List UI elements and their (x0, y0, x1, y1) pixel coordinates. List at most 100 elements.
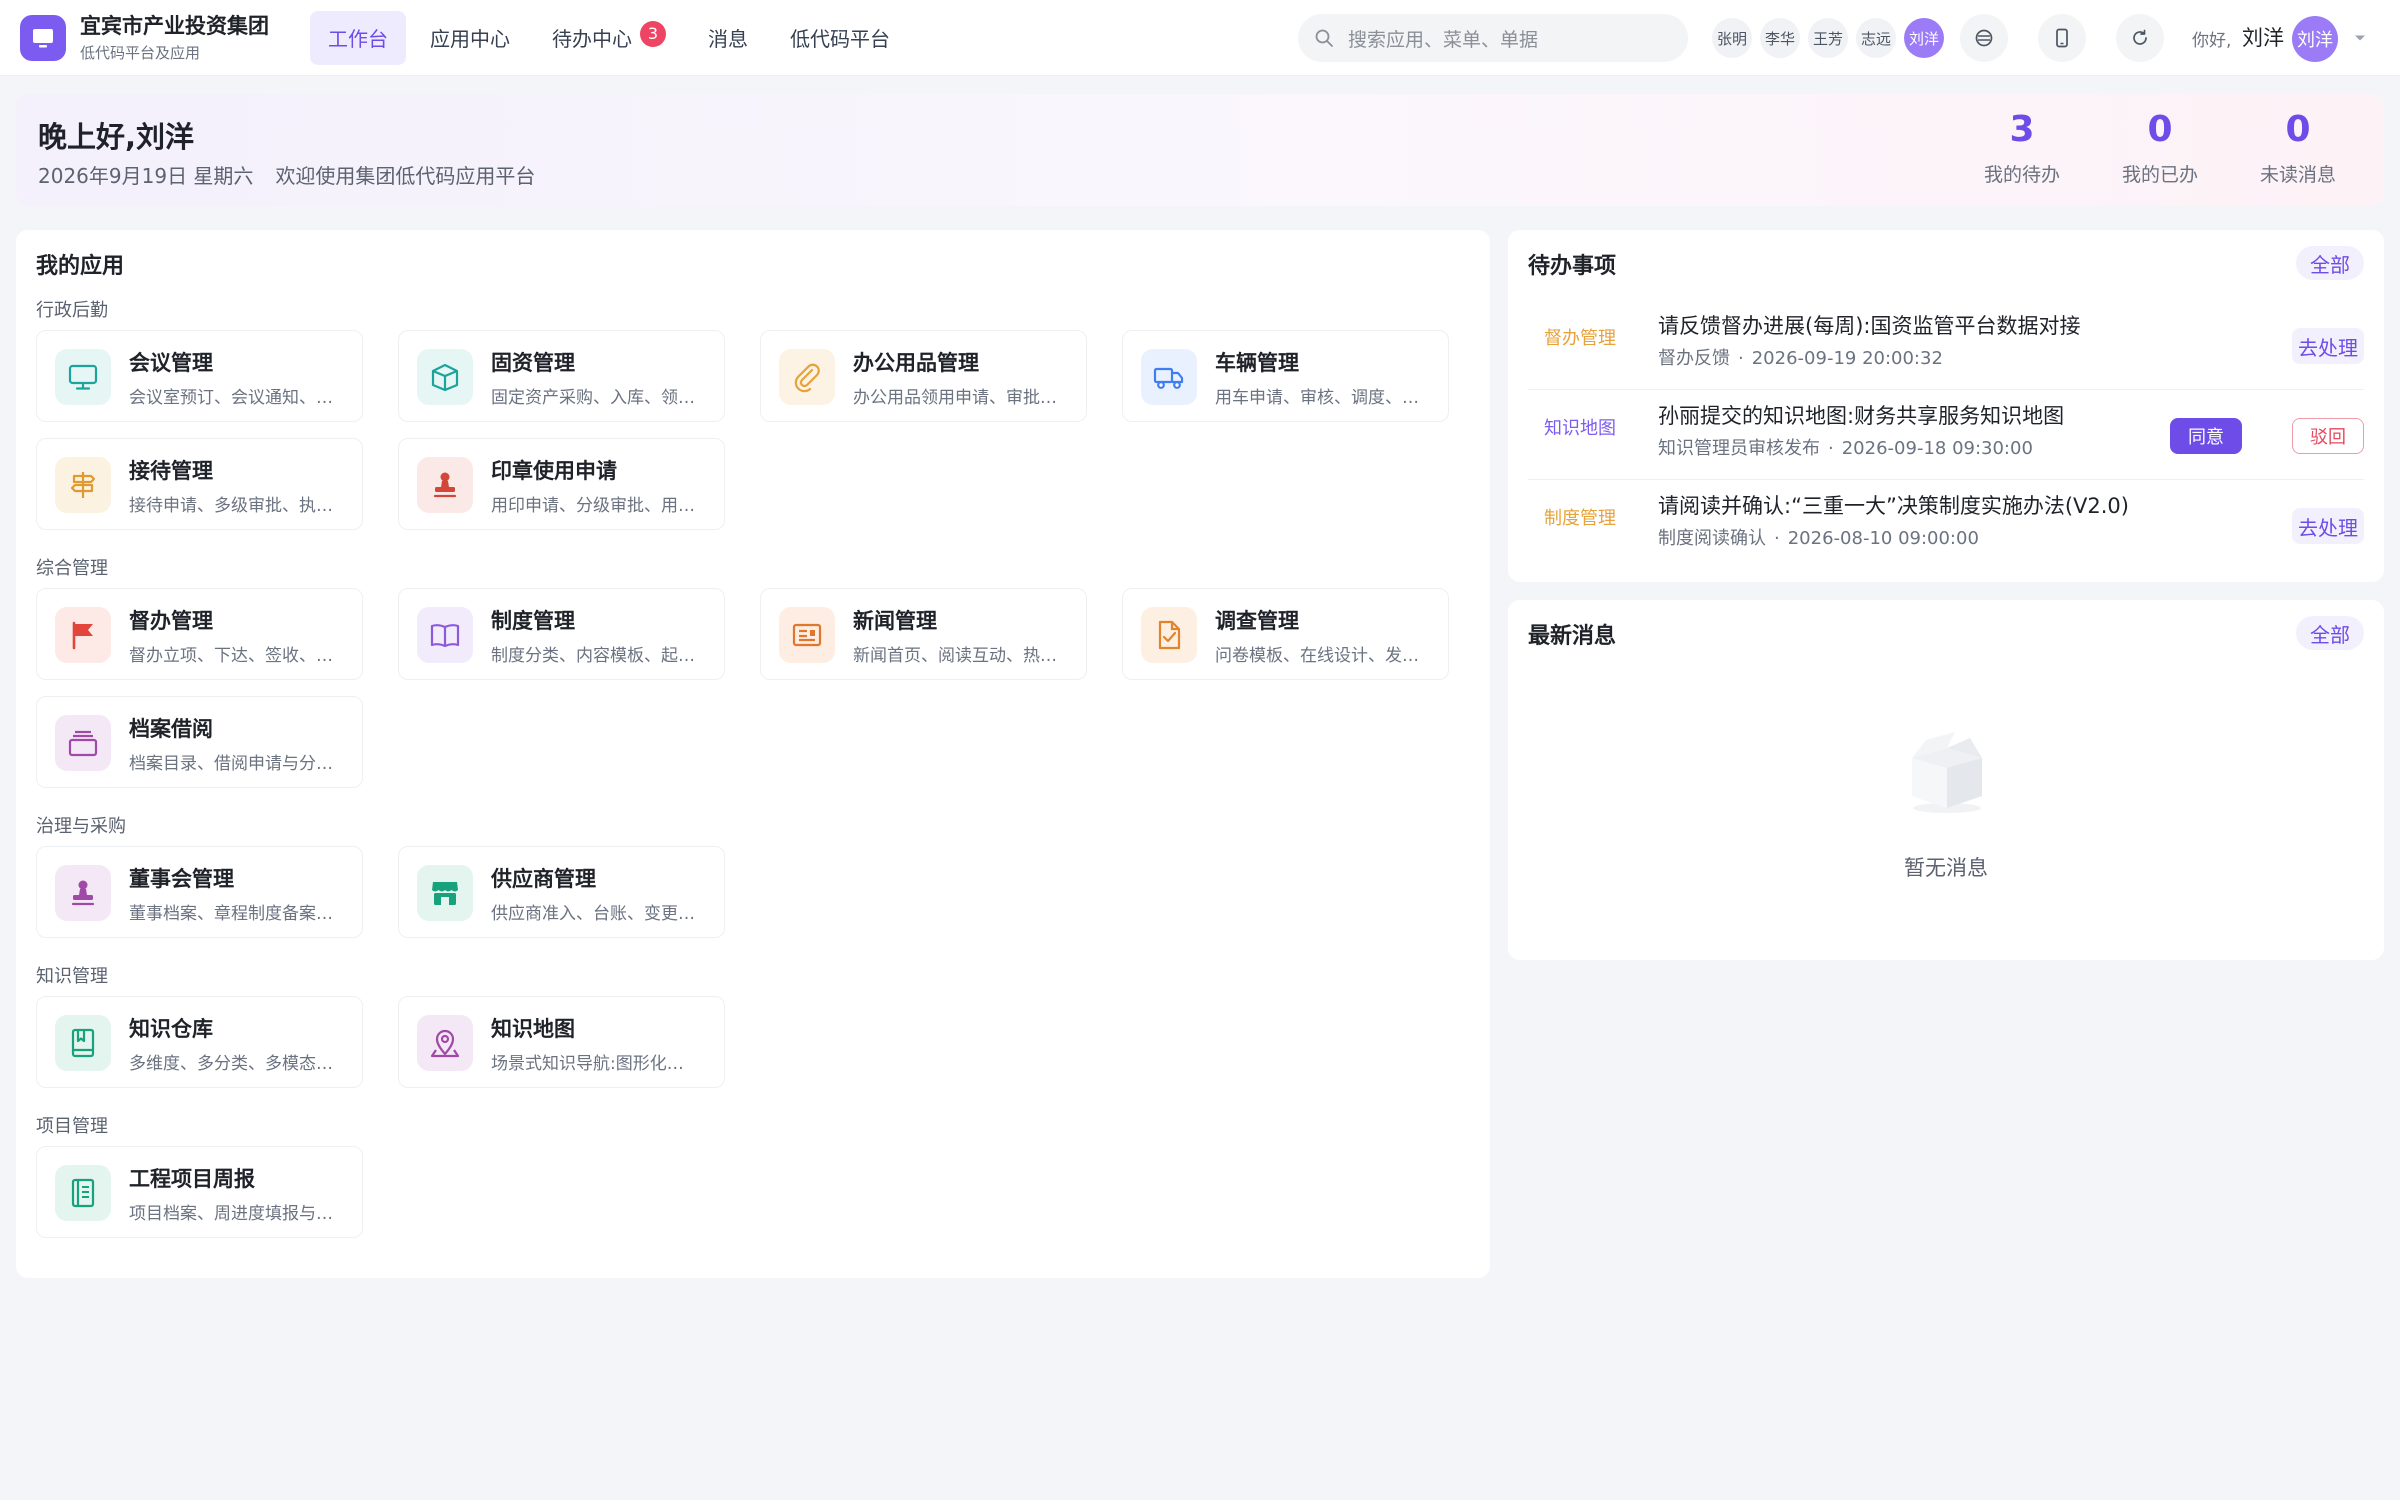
app-name: 供应商管理 (491, 867, 596, 891)
brand[interactable]: 宜宾市产业投资集团 低代码平台及应用 (20, 13, 290, 63)
app-desc: 场景式知识导航:图形化… (491, 1054, 684, 1074)
user-chip[interactable]: 张明 (1712, 18, 1752, 58)
app-desc: 档案目录、借阅申请与分… (129, 754, 333, 774)
app-desc: 制度分类、内容模板、起… (491, 646, 695, 666)
current-date: 2026年9月19日 星期六 (38, 164, 254, 188)
refresh-button[interactable] (2116, 14, 2164, 62)
stat-my-todo[interactable]: 3 我的待办 (1952, 110, 2092, 187)
search-icon (1315, 29, 1333, 47)
empty-box-icon (1912, 732, 1982, 813)
user-chip[interactable]: 志远 (1856, 18, 1896, 58)
newspaper-icon (779, 607, 835, 663)
welcome-banner: 晚上好,刘洋 2026年9月19日 星期六 欢迎使用集团低代码应用平台 3 我的待… (16, 94, 2384, 206)
app-card-fixed-assets[interactable]: 固资管理 固定资产采购、入库、领… (398, 330, 725, 422)
app-card-vehicles[interactable]: 车辆管理 用车申请、审核、调度、… (1122, 330, 1449, 422)
stat-label: 未读消息 (2259, 164, 2336, 186)
handle-button[interactable]: 去处理 (2292, 508, 2364, 544)
box-icon (417, 349, 473, 405)
monitor-icon (55, 349, 111, 405)
stamp-icon (417, 457, 473, 513)
app-name: 董事会管理 (129, 867, 234, 891)
bookmark-book-icon (55, 1015, 111, 1071)
view-all-news-button[interactable]: 全部 (2296, 616, 2364, 650)
file-check-icon (1141, 607, 1197, 663)
org-subtitle: 低代码平台及应用 (80, 43, 201, 62)
app-card-knowledge-map[interactable]: 知识地图 场景式知识导航:图形化… (398, 996, 725, 1088)
app-card-project-weekly[interactable]: 工程项目周报 项目档案、周进度填报与… (36, 1146, 363, 1238)
app-card-regulations[interactable]: 制度管理 制度分类、内容模板、起… (398, 588, 725, 680)
todo-tag: 督办管理 (1544, 328, 1616, 349)
todo-title: 请阅读并确认:“三重一大”决策制度实施办法(V2.0) (1658, 494, 2129, 518)
archive-icon (55, 715, 111, 771)
app-card-board[interactable]: 董事会管理 董事档案、章程制度备案… (36, 846, 363, 938)
main-nav: 工作台 应用中心 待办中心 3 消息 低代码平台 (310, 10, 914, 65)
nav-app-center[interactable]: 应用中心 (412, 11, 528, 65)
app-desc: 用车申请、审核、调度、… (1215, 388, 1419, 408)
app-name: 调查管理 (1215, 609, 1299, 633)
stat-unread[interactable]: 0 未读消息 (2228, 110, 2368, 187)
todo-time: 2026-08-10 09:00:00 (1787, 528, 1979, 549)
app-card-seal-request[interactable]: 印章使用申请 用印申请、分级审批、用… (398, 438, 725, 530)
app-card-supervision[interactable]: 督办管理 督办立项、下达、签收、… (36, 588, 363, 680)
todo-title: 请反馈督办进展(每周):国资监管平台数据对接 (1658, 314, 2081, 338)
panel-title: 待办事项 (1528, 254, 1617, 279)
stat-value: 0 (2147, 109, 2173, 150)
app-card-knowledge-base[interactable]: 知识仓库 多维度、多分类、多模态… (36, 996, 363, 1088)
view-all-todos-button[interactable]: 全部 (2296, 246, 2364, 280)
app-name: 办公用品管理 (853, 351, 979, 375)
app-name: 督办管理 (129, 609, 213, 633)
stat-value: 3 (2009, 109, 2035, 150)
latest-news-panel: 最新消息 全部 暂无消息 (1508, 600, 2384, 960)
app-card-survey[interactable]: 调查管理 问卷模板、在线设计、发… (1122, 588, 1449, 680)
org-name: 宜宾市产业投资集团 (80, 13, 269, 38)
nav-label: 消息 (708, 27, 748, 51)
todo-source: 制度阅读确认 (1658, 528, 1766, 549)
caret-down-icon[interactable] (2352, 30, 2368, 46)
app-name: 会议管理 (129, 351, 213, 375)
app-card-archive[interactable]: 档案借阅 档案目录、借阅申请与分… (36, 696, 363, 788)
handle-button[interactable]: 去处理 (2292, 328, 2364, 364)
todo-item[interactable]: 知识地图 孙丽提交的知识地图:财务共享服务知识地图 知识管理员审核发布 · 2026… (1528, 390, 2364, 480)
nav-lowcode-platform[interactable]: 低代码平台 (772, 11, 908, 65)
store-icon (417, 865, 473, 921)
nav-todo-center[interactable]: 待办中心 3 (534, 11, 684, 65)
section-label: 项目管理 (36, 1116, 108, 1137)
search-input[interactable]: 搜索应用、菜单、单据 (1298, 14, 1688, 62)
flag-icon (55, 607, 111, 663)
app-card-supplier[interactable]: 供应商管理 供应商准入、台账、变更… (398, 846, 725, 938)
todo-item[interactable]: 督办管理 请反馈督办进展(每周):国资监管平台数据对接 督办反馈 · 2026-09… (1528, 300, 2364, 390)
top-bar: 宜宾市产业投资集团 低代码平台及应用 工作台 应用中心 待办中心 3 消息 低代码… (0, 0, 2400, 76)
user-chip[interactable]: 王芳 (1808, 18, 1848, 58)
user-chip-active[interactable]: 刘洋 (1904, 18, 1944, 58)
map-pin-icon (417, 1015, 473, 1071)
todo-item[interactable]: 制度管理 请阅读并确认:“三重一大”决策制度实施办法(V2.0) 制度阅读确认 ·… (1528, 480, 2364, 570)
reject-button[interactable]: 驳回 (2292, 418, 2364, 454)
section-label: 治理与采购 (36, 816, 126, 837)
refresh-icon (2133, 29, 2147, 45)
app-name: 印章使用申请 (491, 459, 617, 483)
my-apps-panel: 我的应用 行政后勤 会议管理 会议室预订、会议通知、… 固资管理 固定资产采购、… (16, 230, 1490, 1278)
user-chip[interactable]: 李华 (1760, 18, 1800, 58)
palette-icon (1975, 29, 1993, 47)
greeting-prefix: 你好, (2192, 31, 2232, 51)
nav-messages[interactable]: 消息 (690, 11, 766, 65)
monitor-logo-icon (20, 14, 66, 61)
app-card-reception[interactable]: 接待管理 接待申请、多级审批、执… (36, 438, 363, 530)
panel-title: 我的应用 (36, 254, 125, 279)
approve-button[interactable]: 同意 (2170, 418, 2242, 454)
mobile-view-button[interactable] (2038, 14, 2086, 62)
user-switcher: 张明 李华 王芳 志远 刘洋 (1712, 18, 1952, 58)
theme-toggle-button[interactable] (1960, 14, 2008, 62)
nav-workbench[interactable]: 工作台 (310, 10, 406, 65)
stat-my-done[interactable]: 0 我的已办 (2090, 110, 2230, 187)
todo-count-badge: 3 (640, 20, 666, 47)
app-card-meeting[interactable]: 会议管理 会议室预订、会议通知、… (36, 330, 363, 422)
todo-tag: 制度管理 (1544, 508, 1616, 529)
panel-title: 最新消息 (1528, 624, 1617, 649)
app-name: 知识地图 (491, 1017, 575, 1041)
todo-meta: 督办反馈 · 2026-09-19 20:00:32 (1658, 348, 1943, 369)
todo-meta: 制度阅读确认 · 2026-08-10 09:00:00 (1658, 528, 1979, 549)
avatar[interactable]: 刘洋 (2292, 16, 2338, 62)
app-card-office-supplies[interactable]: 办公用品管理 办公用品领用申请、审批… (760, 330, 1087, 422)
app-card-news[interactable]: 新闻管理 新闻首页、阅读互动、热… (760, 588, 1087, 680)
